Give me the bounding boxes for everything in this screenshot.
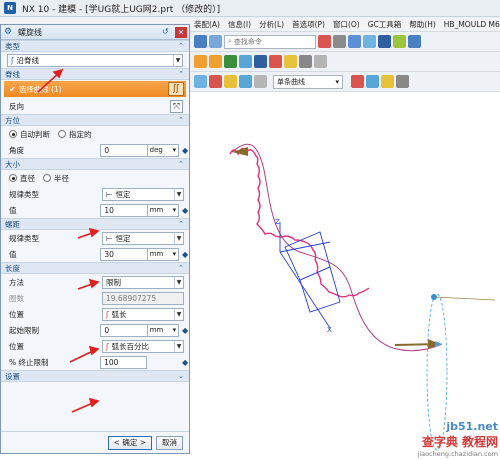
z-axis-label: Z	[275, 218, 280, 226]
endpoint-icon[interactable]	[381, 75, 394, 88]
view-icon[interactable]	[318, 35, 331, 48]
menu-item-preferences[interactable]: 首选项(P)	[288, 19, 329, 30]
ucs-triad	[279, 222, 341, 329]
grid-icon[interactable]	[366, 75, 379, 88]
box-icon[interactable]	[408, 35, 421, 48]
spine-curve	[231, 143, 443, 352]
command-search-input[interactable]	[233, 37, 304, 46]
start-arrow-icon	[232, 147, 248, 156]
measure-icon[interactable]	[299, 55, 312, 68]
graphics-window[interactable]: Z X	[190, 92, 500, 460]
layer-icon[interactable]	[393, 35, 406, 48]
watermark-site: jb51.net	[446, 420, 498, 433]
menu-item-gc-toolkit[interactable]: GC工具箱	[364, 19, 406, 30]
vector-icon[interactable]	[239, 75, 252, 88]
search-icon: ⌕	[228, 37, 232, 45]
chevron-down-icon: ▾	[335, 77, 339, 86]
select-icon[interactable]	[209, 75, 222, 88]
helix-model: Z X	[229, 143, 496, 451]
menu-item-hb-mould[interactable]: HB_MOULD M6.6	[440, 20, 500, 29]
curve-rule-select[interactable]: 单条曲线 ▾	[273, 74, 343, 89]
shade-icon[interactable]	[363, 35, 376, 48]
wireframe-icon[interactable]	[378, 35, 391, 48]
filter-icon[interactable]	[314, 55, 327, 68]
watermark-url: jiaocheng.chazidian.com	[417, 450, 498, 458]
watermark-brand: 查字典 教程网	[421, 435, 498, 449]
menu-item-information[interactable]: 信息(I)	[224, 19, 255, 30]
constraint-icon[interactable]	[224, 55, 237, 68]
annotation-arrows	[37, 68, 100, 413]
feature-icon[interactable]	[254, 55, 267, 68]
helix-curve	[229, 147, 370, 298]
menu-item-window[interactable]: 窗口(O)	[329, 19, 364, 30]
toolbar-row-3: 单条曲线 ▾	[190, 72, 500, 92]
x-axis-label: X	[327, 326, 332, 334]
menu-item-help[interactable]: 帮助(H)	[405, 19, 440, 30]
snap2-icon[interactable]	[209, 55, 222, 68]
curve-icon[interactable]	[284, 55, 297, 68]
menu-item-analysis[interactable]: 分析(L)	[255, 19, 288, 30]
render-icon[interactable]	[348, 35, 361, 48]
orient-icon[interactable]	[333, 35, 346, 48]
watermark: jb51.net 查字典 教程网 jiaocheng.chazidian.com	[418, 420, 498, 458]
toolbar-row-1: ⌕	[190, 32, 500, 52]
snap-point-icon[interactable]	[224, 75, 237, 88]
midpoint-icon[interactable]	[396, 75, 409, 88]
curve-rule-value: 单条曲线	[277, 77, 305, 86]
sketch-icon[interactable]	[239, 55, 252, 68]
plane-icon[interactable]	[254, 75, 267, 88]
command-search[interactable]: ⌕	[224, 34, 316, 49]
toolbar-row-2	[190, 52, 500, 72]
surface-icon[interactable]	[269, 55, 282, 68]
dropdown-icon[interactable]	[209, 35, 222, 48]
intersect-icon[interactable]	[351, 75, 364, 88]
